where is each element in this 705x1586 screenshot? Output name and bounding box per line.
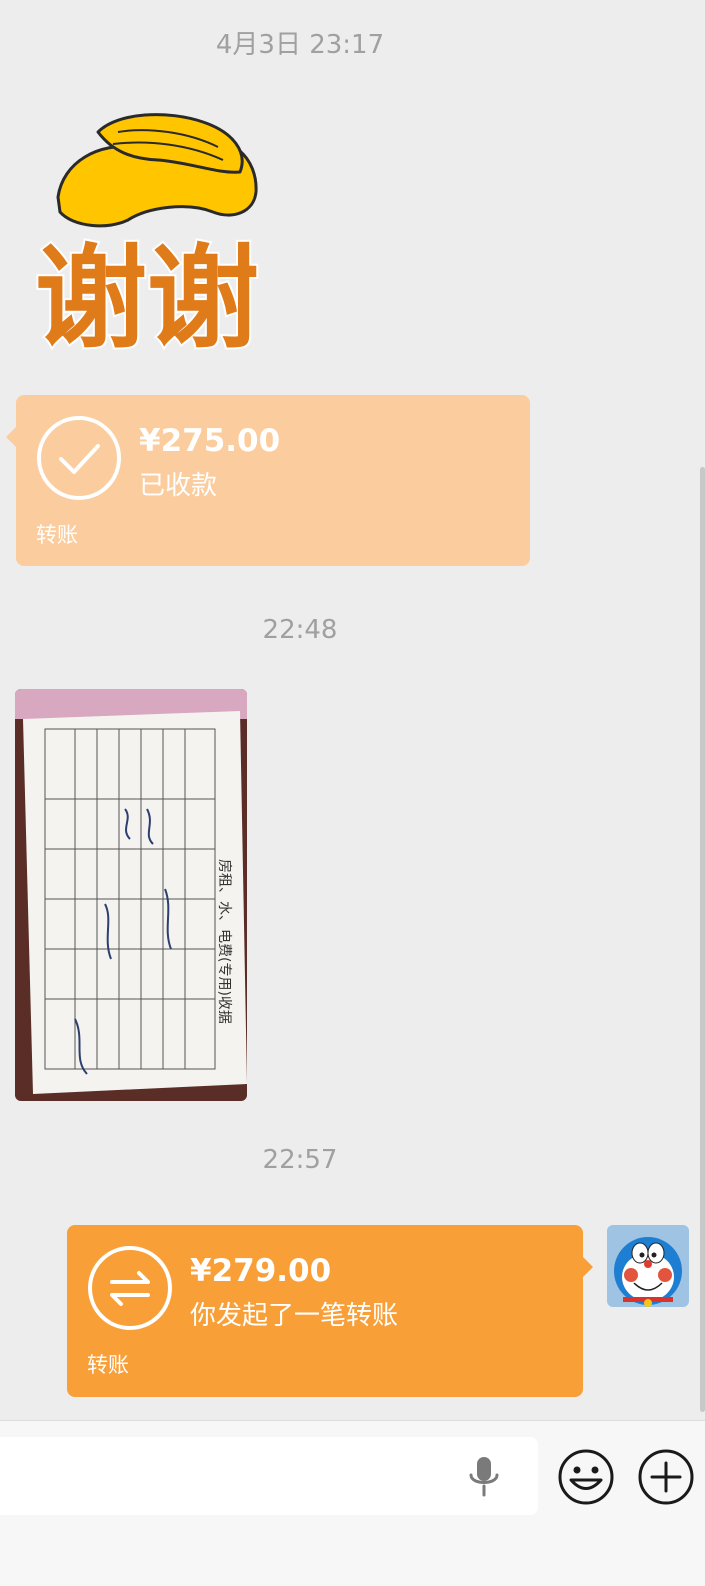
message-input[interactable] bbox=[0, 1437, 538, 1515]
message-input-bar bbox=[0, 1420, 705, 1586]
timestamp: 22:57 bbox=[262, 1145, 338, 1175]
timestamp: 4月3日 23:17 bbox=[215, 30, 385, 60]
transfer-amount: ¥275.00 bbox=[139, 423, 281, 459]
smiley-icon[interactable] bbox=[556, 1447, 616, 1507]
scrollbar[interactable] bbox=[700, 467, 705, 1412]
transfer-label: 转账 bbox=[36, 523, 78, 547]
receipt-photo[interactable]: 房租、水、电费(专用)收据 bbox=[15, 689, 247, 1101]
sent-transfer-bubble[interactable]: ¥279.00 你发起了一笔转账 转账 bbox=[67, 1225, 593, 1397]
cartoon-cat-avatar-icon bbox=[607, 1225, 689, 1307]
avatar[interactable] bbox=[607, 1225, 689, 1307]
microphone-icon[interactable] bbox=[464, 1455, 504, 1497]
receipt-image: 房租、水、电费(专用)收据 bbox=[15, 689, 247, 1101]
transfer-status: 已收款 bbox=[139, 471, 218, 501]
sticker-text: 谢谢 bbox=[35, 234, 259, 352]
check-circle-icon bbox=[37, 416, 121, 500]
plus-circle-icon[interactable] bbox=[636, 1447, 696, 1507]
transfer-status: 你发起了一笔转账 bbox=[190, 1301, 399, 1331]
clapping-hands-icon: 谢谢 bbox=[33, 113, 261, 366]
thanks-sticker[interactable]: 谢谢 bbox=[18, 102, 276, 366]
transfer-amount: ¥279.00 bbox=[190, 1253, 332, 1289]
received-transfer-bubble[interactable]: ¥275.00 已收款 转账 bbox=[6, 395, 530, 566]
transfer-arrows-icon bbox=[88, 1246, 172, 1330]
timestamp: 22:48 bbox=[262, 615, 338, 645]
receipt-title: 房租、水、电费(专用)收据 bbox=[216, 859, 232, 1024]
transfer-label: 转账 bbox=[87, 1353, 129, 1377]
